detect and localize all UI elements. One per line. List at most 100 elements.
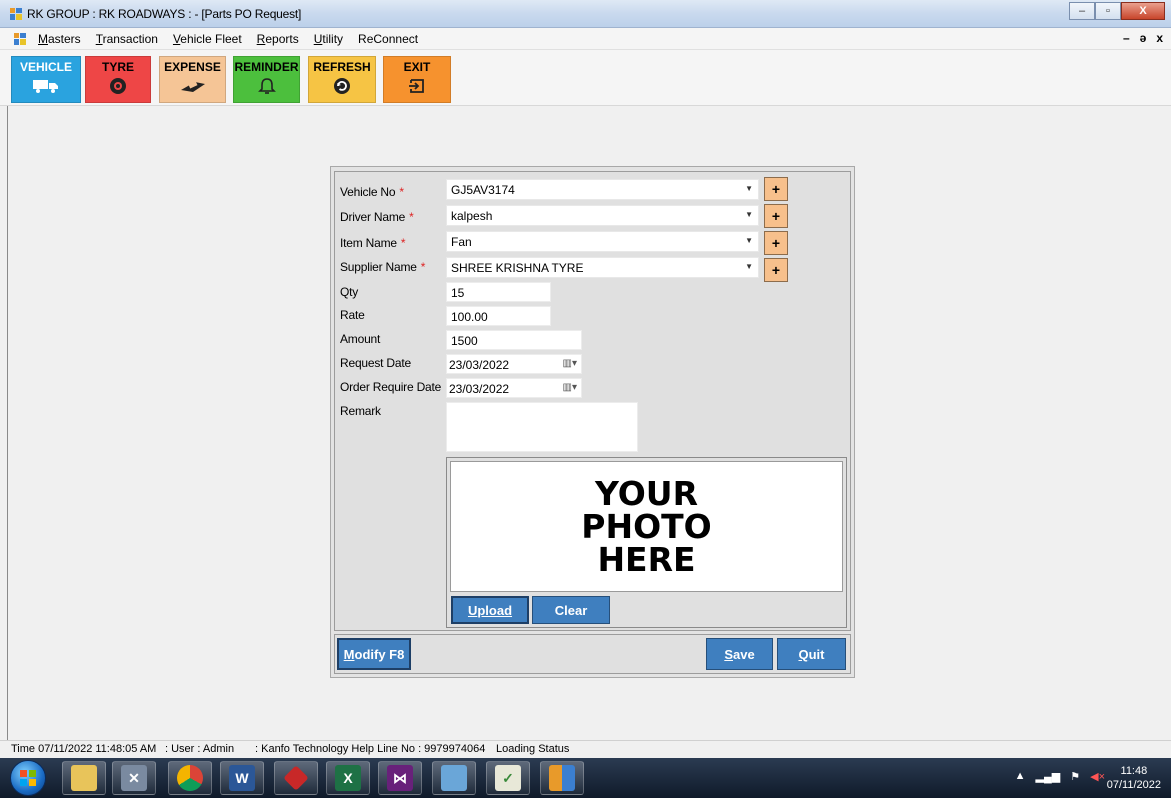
add-supplier-button[interactable]: + (764, 258, 788, 282)
exit-icon (403, 76, 431, 96)
status-bar: Time 07/11/2022 11:48:05 AM : User : Adm… (0, 740, 1171, 758)
window-close-button[interactable]: X (1121, 2, 1165, 20)
status-user: : User : Admin (165, 743, 235, 755)
modify-mnemonic: M (343, 646, 355, 662)
order-require-date-picker[interactable]: 23/03/2022 ▥▾ (446, 378, 582, 398)
reminder-toolbar-button[interactable]: REMINDER (233, 56, 300, 103)
window-minimize-button[interactable]: – (1069, 2, 1095, 20)
menu-transaction[interactable]: Transaction (96, 32, 158, 46)
item-name-combo[interactable]: Fan ▼ (446, 231, 759, 252)
quit-button[interactable]: Quit (777, 638, 846, 670)
save-button[interactable]: Save (706, 638, 773, 670)
notes-icon (441, 765, 467, 791)
taskbar: ✕ W X ⋈ ✓ ▲ ▂▄▆ ⚑ ◀× 11:48 07/11/2022 (0, 758, 1171, 798)
bell-icon (253, 76, 281, 96)
exit-toolbar-label: EXIT (403, 60, 431, 74)
driver-name-combo[interactable]: kalpesh ▼ (446, 205, 759, 226)
quit-label: uit (808, 646, 825, 662)
clock-time: 11:48 (1120, 765, 1148, 777)
taskbar-explorer[interactable] (62, 761, 106, 795)
show-hidden-icons-icon[interactable]: ▲ (1015, 770, 1026, 783)
rate-input[interactable]: 100.00 (446, 306, 551, 326)
modify-label: odify F8 (354, 646, 405, 662)
tools-icon: ✕ (121, 765, 147, 791)
expense-toolbar-button[interactable]: EXPENSE (159, 56, 226, 103)
upload-label: pload (477, 602, 513, 618)
window-title: RK GROUP : RK ROADWAYS : - [Parts PO Req… (27, 7, 302, 21)
order-require-date-label: Order Require Date (340, 380, 442, 394)
menu-reports[interactable]: Reports (257, 32, 299, 46)
taskbar-app-red[interactable] (274, 761, 318, 795)
remark-textarea[interactable] (446, 402, 638, 452)
amount-input[interactable]: 1500 (446, 330, 582, 350)
modify-button[interactable]: Modify F8 (337, 638, 411, 670)
menu-reconnect[interactable]: ReConnect (358, 32, 418, 46)
request-date-picker[interactable]: 23/03/2022 ▥▾ (446, 354, 582, 374)
taskbar-excel[interactable]: X (326, 761, 370, 795)
menu-masters[interactable]: Masters (38, 32, 81, 46)
vehicle-no-combo[interactable]: GJ5AV3174 ▼ (446, 179, 759, 200)
truck-icon (32, 76, 60, 96)
tyre-toolbar-button[interactable]: TYRE (85, 56, 151, 103)
windows-logo-icon (20, 770, 36, 786)
supplier-name-combo[interactable]: SHREE KRISHNA TYRE ▼ (446, 257, 759, 278)
upload-button[interactable]: Upload (451, 596, 529, 624)
tyre-toolbar-label: TYRE (101, 60, 134, 74)
clock-date: 07/11/2022 (1106, 779, 1161, 791)
clear-button[interactable]: Clear (532, 596, 610, 624)
vehicle-no-label: Vehicle No * (340, 185, 404, 199)
add-vehicle-button[interactable]: + (764, 177, 788, 201)
remark-label: Remark (340, 404, 381, 418)
save-label: ave (732, 646, 755, 662)
mdi-restore-button[interactable]: ǝ (1140, 31, 1147, 45)
status-loading: Loading Status (496, 743, 570, 755)
chevron-down-icon[interactable]: ▼ (745, 236, 753, 245)
chevron-down-icon[interactable]: ▼ (745, 210, 753, 219)
taskbar-app-green[interactable]: ✓ (486, 761, 530, 795)
taskbar-rk-app[interactable] (540, 761, 584, 795)
flag-icon[interactable]: ⚑ (1070, 770, 1080, 783)
mdi-close-button[interactable]: x (1156, 31, 1163, 45)
start-button[interactable] (10, 760, 46, 796)
save-mnemonic: S (724, 646, 733, 662)
photo-placeholder: YOUR PHOTO HERE (450, 461, 843, 592)
folder-icon (71, 765, 97, 791)
exit-toolbar-button[interactable]: EXIT (383, 56, 451, 103)
mdi-minimize-button[interactable]: – (1123, 31, 1130, 45)
chevron-down-icon[interactable]: ▼ (745, 184, 753, 193)
refresh-toolbar-button[interactable]: REFRESH (308, 56, 376, 103)
menu-vehicle-fleet[interactable]: Vehicle Fleet (173, 32, 242, 46)
volume-muted-icon[interactable]: ◀× (1090, 770, 1105, 783)
toolbar: VEHICLE TYRE EXPENSE REMINDER REFRESH EX… (0, 50, 1171, 106)
taskbar-chrome[interactable] (168, 761, 212, 795)
status-helpline: : Kanfo Technology Help Line No : 997997… (255, 743, 486, 755)
add-driver-button[interactable]: + (764, 204, 788, 228)
system-tray: ▲ ▂▄▆ ⚑ ◀× (1015, 770, 1105, 783)
add-item-button[interactable]: + (764, 231, 788, 255)
qty-input[interactable]: 15 (446, 282, 551, 302)
diamond-app-icon (283, 765, 309, 791)
item-name-label: Item Name * (340, 236, 406, 250)
quit-mnemonic: Q (798, 646, 809, 662)
rate-label: Rate (340, 308, 365, 322)
taskbar-clock[interactable]: 11:48 07/11/2022 (1107, 764, 1161, 792)
word-icon: W (229, 765, 255, 791)
vehicle-toolbar-button[interactable]: VEHICLE (11, 56, 81, 103)
upload-mnemonic: U (467, 602, 478, 618)
taskbar-visual-studio[interactable]: ⋈ (378, 761, 422, 795)
calendar-icon[interactable]: ▥▾ (563, 358, 577, 369)
mdi-child-icon[interactable] (14, 33, 26, 45)
status-time: Time 07/11/2022 11:48:05 AM (11, 743, 157, 755)
request-date-label: Request Date (340, 356, 411, 370)
visual-studio-icon: ⋈ (387, 765, 413, 791)
window-maximize-button[interactable]: ▫ (1095, 2, 1121, 20)
menu-utility[interactable]: Utility (314, 32, 343, 46)
chevron-down-icon[interactable]: ▼ (745, 262, 753, 271)
taskbar-app-blue[interactable] (432, 761, 476, 795)
network-signal-icon[interactable]: ▂▄▆ (1036, 770, 1061, 783)
taskbar-tools[interactable]: ✕ (112, 761, 156, 795)
document-icon: ✓ (495, 765, 521, 791)
expense-toolbar-label: EXPENSE (164, 60, 221, 74)
calendar-icon[interactable]: ▥▾ (563, 382, 577, 393)
taskbar-word[interactable]: W (220, 761, 264, 795)
